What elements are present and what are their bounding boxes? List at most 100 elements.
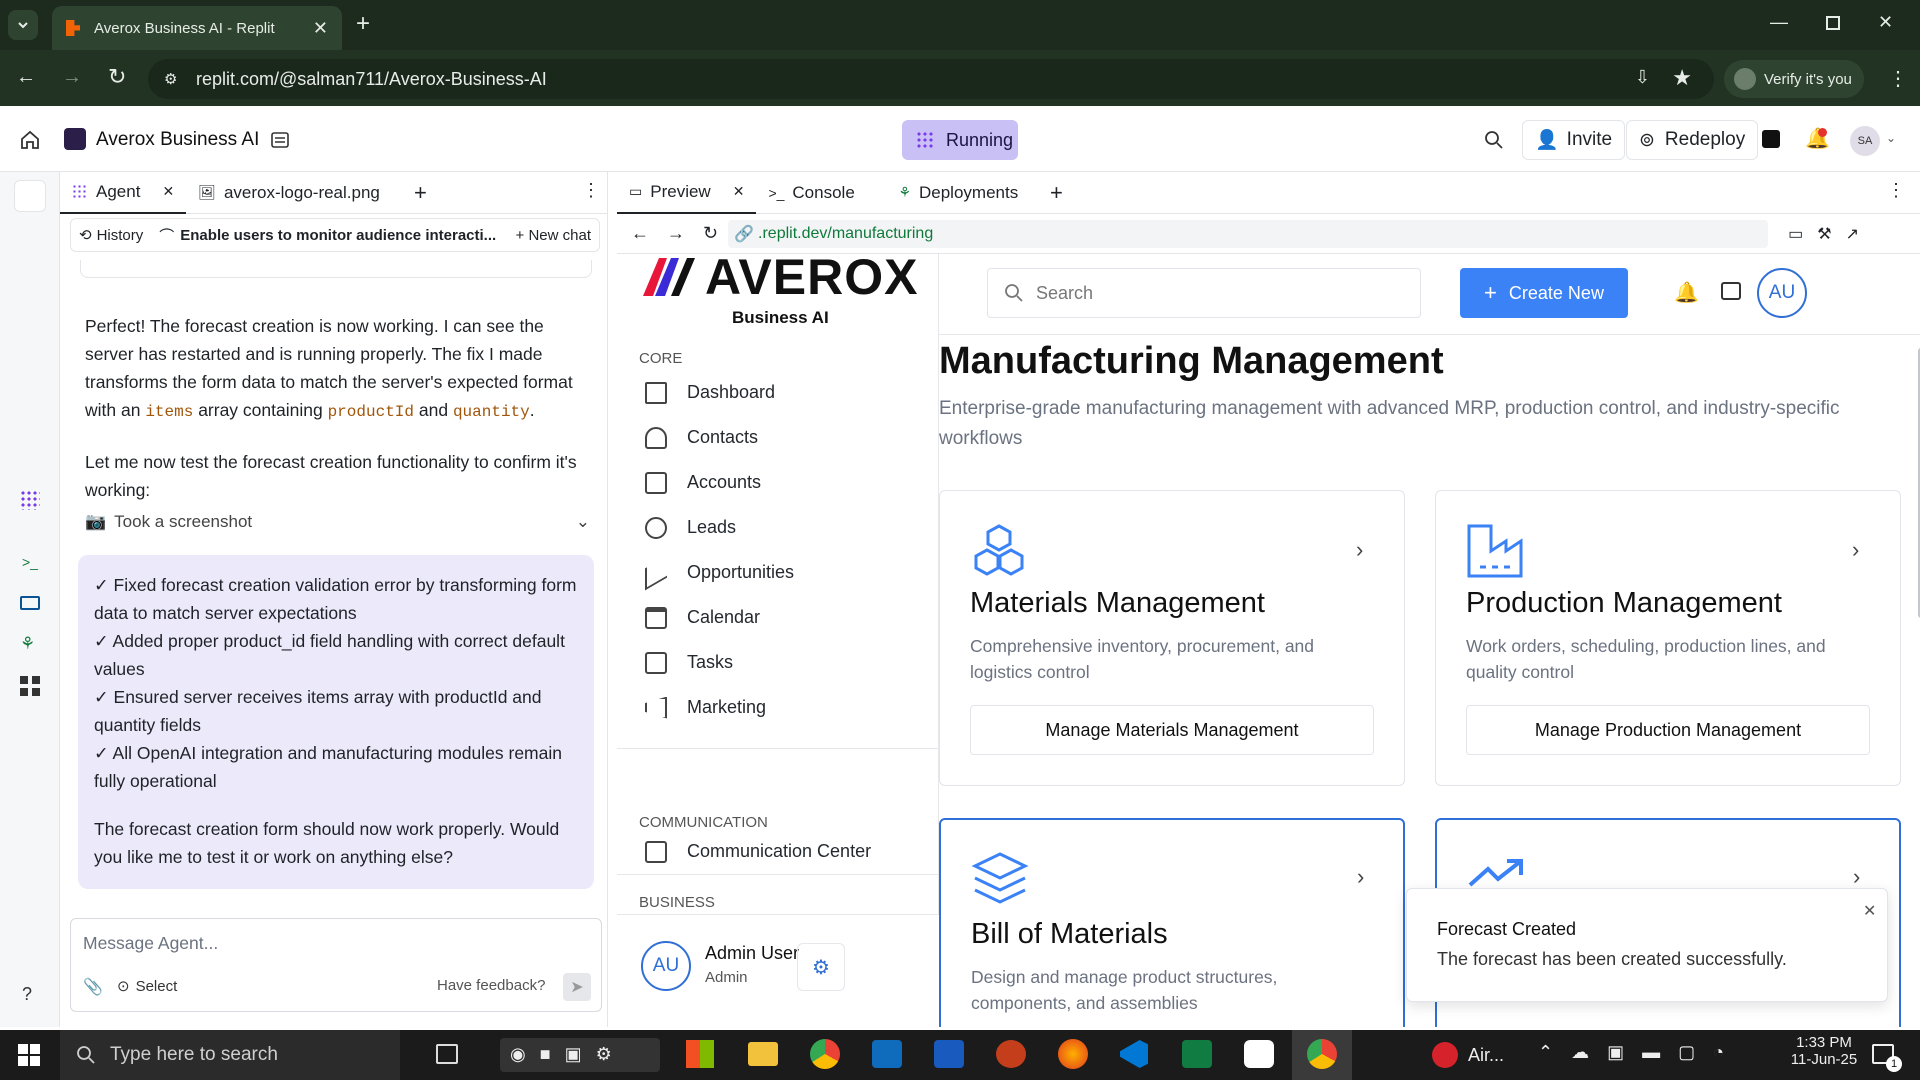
preview-tool-icon[interactable] bbox=[20, 596, 40, 610]
redeploy-button[interactable]: ⊚ Redeploy bbox=[1626, 120, 1759, 160]
select-element-button[interactable]: ⊙ Select bbox=[117, 977, 177, 996]
chrome-icon[interactable] bbox=[810, 1039, 840, 1069]
task-view-icon[interactable] bbox=[436, 1044, 458, 1064]
project-name[interactable]: Averox Business AI bbox=[96, 129, 259, 151]
outlook-icon[interactable] bbox=[872, 1040, 902, 1068]
forward-button[interactable]: → bbox=[62, 66, 82, 89]
chevron-right-icon[interactable]: › bbox=[1852, 537, 1859, 563]
close-window-button[interactable]: ✕ bbox=[1878, 12, 1893, 33]
send-button[interactable]: ➤ bbox=[563, 973, 591, 1001]
address-bar[interactable]: ⚙ replit.com/@salman711/Averox-Business-… bbox=[148, 59, 1714, 99]
close-tab-icon[interactable]: ✕ bbox=[313, 18, 328, 39]
windows-start-icon[interactable] bbox=[18, 1044, 40, 1066]
close-tab-icon[interactable]: ✕ bbox=[162, 183, 174, 200]
pane-menu-icon[interactable]: ⋮ bbox=[582, 180, 600, 201]
app-icon[interactable] bbox=[996, 1040, 1026, 1068]
sidebar-item-opportunities[interactable]: Opportunities bbox=[617, 550, 939, 595]
user-avatar[interactable]: SA bbox=[1850, 126, 1880, 156]
add-tab-button[interactable]: + bbox=[414, 180, 427, 206]
close-tab-icon[interactable]: ✕ bbox=[733, 183, 745, 200]
verify-profile-button[interactable]: Verify it's you bbox=[1724, 60, 1864, 98]
toast-close-icon[interactable]: ✕ bbox=[1863, 901, 1876, 921]
app-messages-icon[interactable] bbox=[1721, 282, 1741, 300]
search-icon[interactable] bbox=[1484, 130, 1504, 150]
production-management-card[interactable]: › Production Management Work orders, sch… bbox=[1435, 490, 1901, 786]
project-info-icon[interactable] bbox=[270, 130, 290, 150]
maximize-button[interactable] bbox=[1826, 16, 1840, 30]
screenshot-action[interactable]: 📷 Took a screenshot ⌄ bbox=[85, 512, 590, 532]
bill-of-materials-card[interactable]: › Bill of Materials Design and manage pr… bbox=[939, 818, 1405, 1027]
averox-logo[interactable]: AVEROX bbox=[641, 252, 918, 302]
app-search[interactable]: Search bbox=[987, 268, 1421, 318]
agent-tool-icon[interactable] bbox=[20, 490, 40, 510]
bookmark-star-icon[interactable]: ★ bbox=[1672, 65, 1692, 91]
sidebar-item-accounts[interactable]: Accounts bbox=[617, 460, 939, 505]
tab-search-button[interactable] bbox=[8, 10, 38, 40]
chrome-menu-icon[interactable]: ⋮ bbox=[1888, 66, 1908, 91]
firefox-icon[interactable] bbox=[1058, 1039, 1088, 1069]
manage-materials-button[interactable]: Manage Materials Management bbox=[970, 705, 1374, 755]
thread-title[interactable]: Enable users to monitor audience interac… bbox=[180, 227, 505, 244]
sidebar-item-leads[interactable]: Leads bbox=[617, 505, 939, 550]
tab-preview[interactable]: ▭ Preview ✕ bbox=[617, 172, 757, 214]
history-button[interactable]: History bbox=[97, 227, 144, 244]
help-icon[interactable]: ? bbox=[22, 984, 32, 1005]
tab-agent[interactable]: Agent ✕ bbox=[60, 171, 187, 214]
sidebar-item-communication-center[interactable]: Communication Center bbox=[617, 829, 939, 874]
sidebar-item-marketing[interactable]: Marketing bbox=[617, 685, 939, 730]
preview-forward-icon[interactable]: → bbox=[667, 223, 685, 244]
microsoft-store-icon[interactable] bbox=[686, 1040, 714, 1068]
avatar-chevron-icon[interactable]: ⌄ bbox=[1886, 131, 1896, 145]
capcut-icon[interactable] bbox=[1244, 1040, 1274, 1068]
app-user-avatar[interactable]: AU bbox=[1757, 268, 1807, 318]
open-new-tab-icon[interactable]: ↗ bbox=[1846, 224, 1859, 244]
chevron-right-icon[interactable]: › bbox=[1853, 864, 1860, 890]
agent-message-input[interactable]: Message Agent... bbox=[83, 933, 218, 954]
taskbar-search[interactable]: Type here to search bbox=[60, 1030, 400, 1080]
preview-reload-icon[interactable]: ↻ bbox=[703, 223, 718, 244]
new-tab-button[interactable]: + bbox=[356, 10, 370, 38]
sidebar-item-calendar[interactable]: Calendar bbox=[617, 595, 939, 640]
new-chat-button[interactable]: + New chat bbox=[516, 227, 591, 244]
user-avatar[interactable]: AU bbox=[641, 941, 691, 991]
run-status-button[interactable]: Running bbox=[902, 120, 1018, 160]
weather-label[interactable]: Air... bbox=[1468, 1045, 1504, 1066]
app-bell-icon[interactable]: 🔔 bbox=[1674, 280, 1699, 305]
invite-button[interactable]: 👤 Invite bbox=[1522, 120, 1626, 160]
manage-production-button[interactable]: Manage Production Management bbox=[1466, 705, 1870, 755]
create-new-button[interactable]: + Create New bbox=[1460, 268, 1628, 318]
install-app-icon[interactable]: ⇩ bbox=[1635, 67, 1650, 88]
tab-deployments[interactable]: ⚘ Deployments bbox=[886, 172, 1046, 214]
tab-logo-file[interactable]: 🖼 averox-logo-real.png bbox=[186, 172, 392, 214]
browser-tab-active[interactable]: Averox Business AI - Replit ✕ bbox=[52, 6, 342, 50]
preview-url-bar[interactable]: 🔗 .replit.dev/manufacturing bbox=[728, 219, 1769, 248]
pane-menu-icon[interactable]: ⋮ bbox=[1887, 180, 1905, 201]
settings-button[interactable]: ⚙ bbox=[797, 943, 845, 991]
chevron-right-icon[interactable]: › bbox=[1356, 537, 1363, 563]
site-info-icon[interactable]: ⚙ bbox=[164, 70, 177, 88]
file-tree-toggle-icon[interactable] bbox=[14, 180, 46, 212]
sidebar-item-contacts[interactable]: Contacts bbox=[617, 415, 939, 460]
reload-button[interactable]: ↻ bbox=[108, 64, 126, 90]
deployments-icon[interactable] bbox=[1762, 130, 1780, 148]
attach-icon[interactable]: 📎 bbox=[83, 977, 103, 997]
preview-back-icon[interactable]: ← bbox=[631, 223, 649, 244]
vscode-icon[interactable] bbox=[1120, 1040, 1148, 1068]
system-tray-icons[interactable]: ⌃☁▣▬▢◔ bbox=[1538, 1042, 1742, 1063]
home-icon[interactable] bbox=[20, 130, 40, 150]
materials-management-card[interactable]: › Materials Management Comprehensive inv… bbox=[939, 490, 1405, 786]
capture-tools-icon[interactable]: ◉■▣⚙ bbox=[500, 1038, 660, 1072]
file-explorer-icon[interactable] bbox=[748, 1042, 778, 1066]
all-tools-icon[interactable] bbox=[20, 676, 40, 696]
tab-console[interactable]: >_ Console bbox=[756, 172, 886, 214]
add-tab-button[interactable]: + bbox=[1050, 180, 1063, 206]
excel-icon[interactable] bbox=[1182, 1040, 1212, 1068]
devtools-icon[interactable]: ⚒ bbox=[1817, 224, 1831, 244]
feedback-link[interactable]: Have feedback? bbox=[437, 977, 545, 994]
back-button[interactable]: ← bbox=[16, 66, 36, 89]
minimize-button[interactable]: — bbox=[1770, 12, 1788, 33]
devices-icon[interactable]: ▭ bbox=[1788, 224, 1803, 244]
clock[interactable]: 1:33 PM 11-Jun-25 bbox=[1788, 1034, 1860, 1068]
word-icon[interactable] bbox=[934, 1040, 964, 1068]
sidebar-item-tasks[interactable]: Tasks bbox=[617, 640, 939, 685]
